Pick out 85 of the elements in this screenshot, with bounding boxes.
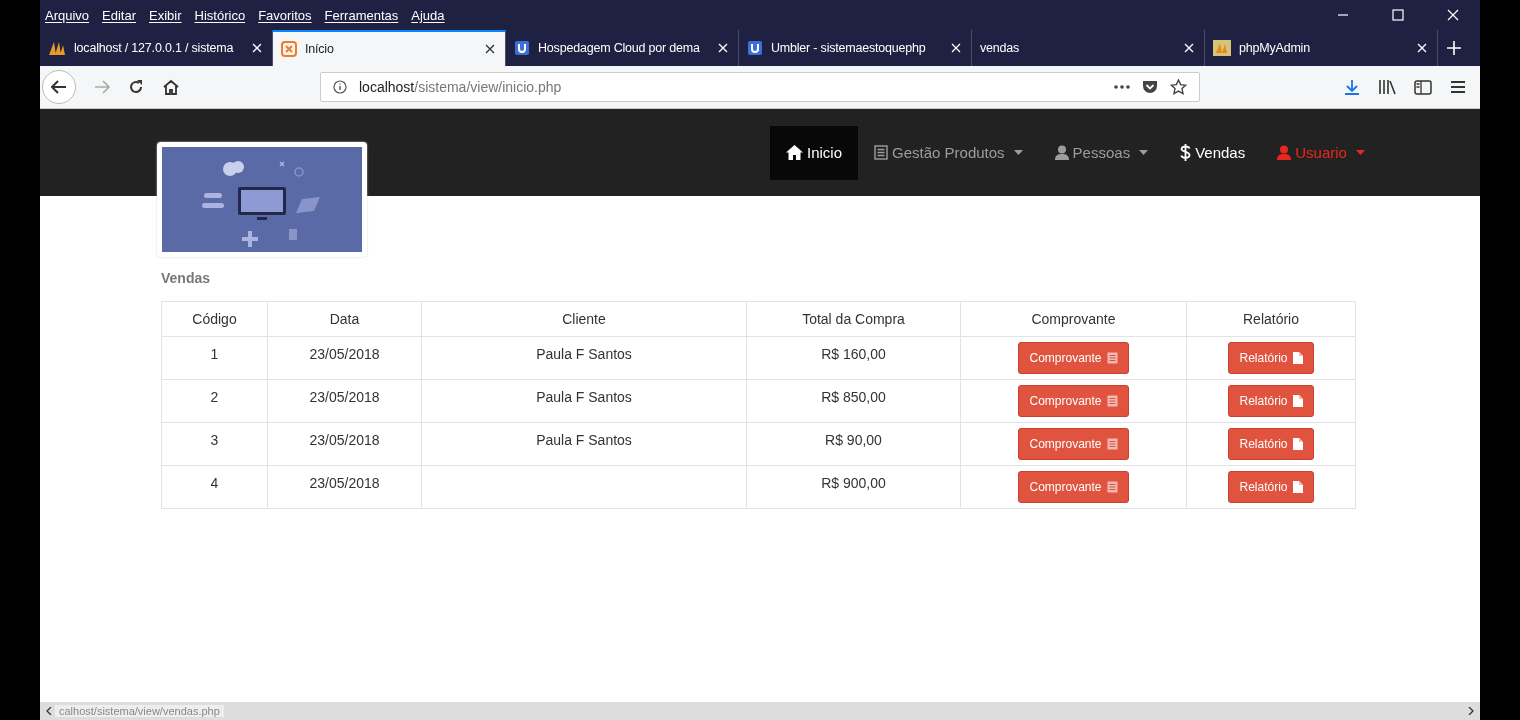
column-header: Comprovante	[960, 301, 1187, 337]
person-icon	[1277, 145, 1292, 160]
column-header: Total da Compra	[746, 301, 961, 337]
receipt-button[interactable]: Comprovante	[1018, 428, 1129, 460]
section-title: Vendas	[161, 270, 212, 286]
list-icon	[1106, 395, 1118, 407]
receipt-button[interactable]: Comprovante	[1018, 342, 1129, 374]
menu-item[interactable]: Exibir	[149, 7, 182, 23]
table-cell: Paula F Santos	[536, 389, 632, 405]
list-icon	[1106, 352, 1118, 364]
tab-title: phpMyAdmin	[1239, 41, 1311, 55]
table-cell: 23/05/2018	[309, 389, 380, 405]
table-cell: Paula F Santos	[536, 346, 632, 362]
report-button[interactable]: Relatório	[1228, 385, 1314, 417]
table-cell: Paula F Santos	[536, 432, 632, 448]
table-cell: R$ 160,00	[821, 346, 886, 362]
table-cell: 2	[210, 389, 219, 405]
u-shield-icon	[514, 40, 530, 56]
receipt-button[interactable]: Comprovante	[1018, 385, 1129, 417]
column-header: Data	[267, 301, 422, 337]
column-header: Relatório	[1186, 301, 1356, 337]
menu-item[interactable]: Ajuda	[411, 7, 445, 23]
table-cell: 1	[210, 346, 219, 362]
reload-icon[interactable]	[128, 79, 144, 95]
menu-icon[interactable]	[1450, 80, 1466, 94]
back-arrow-icon	[51, 80, 67, 94]
tab-title: vendas	[980, 41, 1021, 55]
menu-item[interactable]: Editar	[102, 7, 137, 23]
plus-icon[interactable]	[1447, 41, 1461, 55]
menu-item[interactable]: Histórico	[194, 7, 246, 23]
file-icon	[1292, 481, 1303, 493]
back-button[interactable]	[42, 70, 76, 104]
table-cell: 23/05/2018	[309, 432, 380, 448]
download-icon[interactable]	[1344, 79, 1360, 95]
browser-tab[interactable]: Início	[273, 30, 506, 66]
xampp-icon	[281, 41, 297, 57]
tab-title: Início	[305, 42, 335, 56]
pocket-icon[interactable]	[1142, 79, 1158, 95]
maximize-icon[interactable]	[1392, 9, 1404, 21]
nav-link[interactable]: Gestão Produtos	[858, 125, 1039, 180]
table-cell: R$ 90,00	[825, 432, 882, 448]
address-field[interactable]: localhost/sistema/view/inicio.php	[320, 72, 1200, 102]
more-icon[interactable]	[1114, 85, 1130, 89]
file-icon	[1292, 352, 1303, 364]
sails-icon	[48, 40, 66, 56]
receipt-button[interactable]: Comprovante	[1018, 471, 1129, 503]
menu-item[interactable]: Arquivo	[45, 7, 90, 23]
home-icon	[786, 145, 803, 160]
tab-title: localhost / 127.0.0.1 / sistema	[74, 41, 235, 55]
nav-link[interactable]: Usuario	[1261, 125, 1381, 180]
tab-title: Umbler - sistemaestoquephp	[771, 41, 927, 55]
sails-icon	[1213, 40, 1231, 56]
status-url: calhost/sistema/view/vendas.php	[55, 705, 224, 717]
table-cell: 4	[210, 475, 219, 491]
tab-title: Hospedagem Cloud por dema	[538, 41, 701, 55]
menu-item[interactable]: Ferramentas	[324, 7, 399, 23]
library-icon[interactable]	[1378, 79, 1396, 95]
table-cell: 3	[210, 432, 219, 448]
report-button[interactable]: Relatório	[1228, 428, 1314, 460]
column-header: Código	[161, 301, 268, 337]
u-shield-icon	[747, 40, 763, 56]
list-icon	[1106, 438, 1118, 450]
nav-link[interactable]: Inicio	[770, 125, 859, 180]
report-button[interactable]: Relatório	[1228, 342, 1314, 374]
dollar-icon	[1180, 144, 1192, 161]
info-icon	[333, 80, 347, 94]
menu-item[interactable]: Favoritos	[258, 7, 312, 23]
nav-link[interactable]: Vendas	[1164, 125, 1262, 180]
star-icon[interactable]	[1170, 79, 1187, 95]
nav-link[interactable]: Pessoas	[1038, 125, 1165, 180]
list-icon	[874, 145, 889, 160]
sidebar-icon[interactable]	[1414, 79, 1432, 95]
table-cell: 23/05/2018	[309, 475, 380, 491]
report-button[interactable]: Relatório	[1228, 471, 1314, 503]
home-icon[interactable]	[162, 79, 180, 95]
person-icon	[1054, 145, 1069, 160]
close-icon[interactable]	[485, 44, 495, 54]
url-text: localhost/sistema/view/inicio.php	[359, 79, 562, 95]
table-cell: R$ 900,00	[821, 475, 886, 491]
list-icon	[1106, 481, 1118, 493]
table-cell: 23/05/2018	[309, 346, 380, 362]
file-icon	[1292, 438, 1303, 450]
table-cell: R$ 850,00	[821, 389, 886, 405]
column-header: Cliente	[421, 301, 747, 337]
file-icon	[1292, 395, 1303, 407]
